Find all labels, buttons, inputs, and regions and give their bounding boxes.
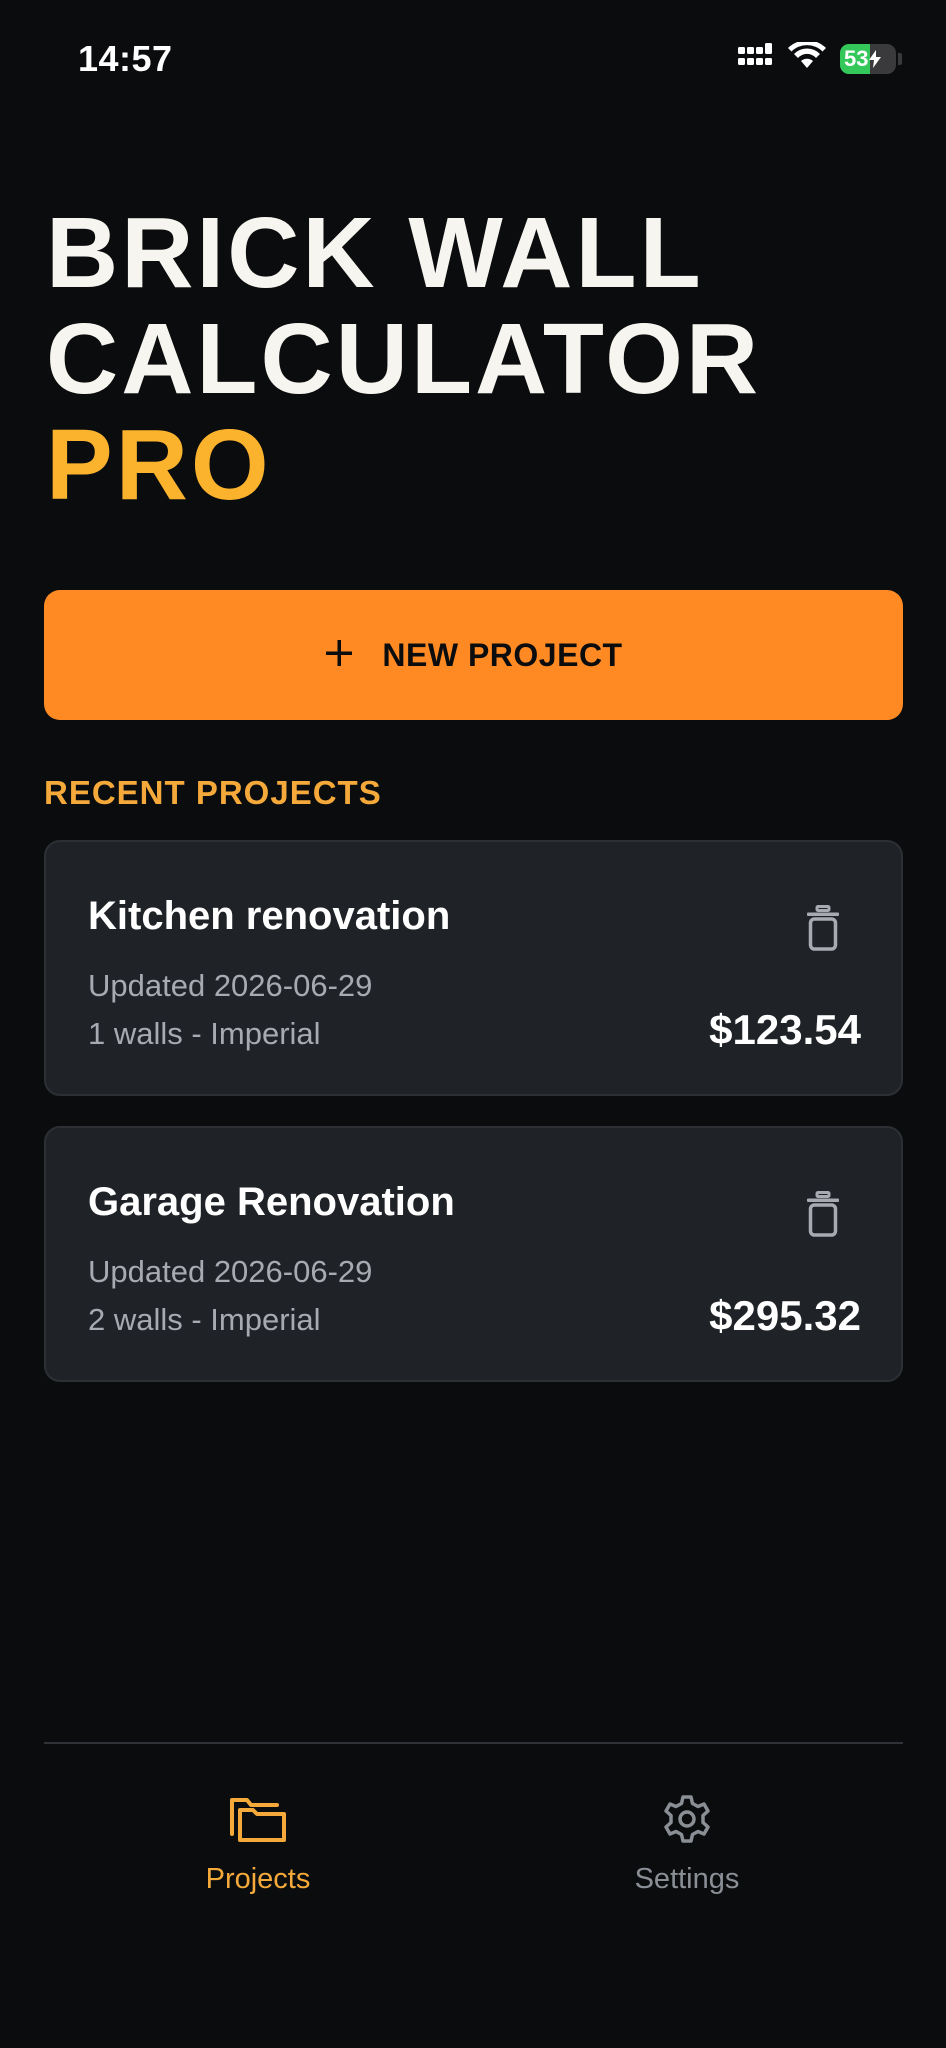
trash-icon	[806, 1190, 840, 1242]
project-wall-count: 1 walls - Imperial	[88, 1016, 321, 1051]
project-wall-count: 2 walls - Imperial	[88, 1302, 321, 1337]
title-line-3: PRO	[46, 409, 272, 521]
status-icons: 53	[738, 40, 902, 75]
project-updated-date: Updated 2026-06-29	[88, 968, 373, 1003]
title-line-2: CALCULATOR	[46, 303, 762, 415]
project-total-cost: $295.32	[709, 1292, 861, 1339]
battery-nub	[898, 52, 902, 65]
battery-level: 53	[844, 45, 869, 71]
project-name: Kitchen renovation	[88, 894, 451, 938]
new-project-label: NEW PROJECT	[382, 636, 623, 673]
home-screen: 14:57 53 BRICK WALL CALCULATOR PRO NEW P…	[0, 0, 946, 2048]
nav-item-projects[interactable]: Projects	[128, 1794, 388, 1924]
delete-project-button[interactable]	[795, 1186, 851, 1246]
delete-project-button[interactable]	[795, 900, 851, 960]
battery-charging-icon: 53	[840, 43, 896, 74]
project-card[interactable]: Garage Renovation Updated 2026-06-29 2 w…	[44, 1126, 903, 1382]
folder-icon	[229, 1794, 287, 1849]
app-title: BRICK WALL CALCULATOR PRO	[46, 200, 906, 518]
signal-icon	[738, 43, 774, 74]
recent-projects-heading: RECENT PROJECTS	[44, 774, 382, 811]
gear-icon	[662, 1794, 712, 1849]
trash-icon	[806, 904, 840, 956]
project-updated-date: Updated 2026-06-29	[88, 1254, 373, 1289]
new-project-button[interactable]: NEW PROJECT	[44, 590, 903, 720]
nav-item-settings[interactable]: Settings	[557, 1794, 817, 1924]
project-name: Garage Renovation	[88, 1180, 455, 1224]
project-card[interactable]: Kitchen renovation Updated 2026-06-29 1 …	[44, 840, 903, 1096]
nav-label-projects: Projects	[205, 1863, 311, 1895]
title-line-1: BRICK WALL	[46, 197, 704, 309]
wifi-icon	[788, 40, 826, 75]
bottom-nav: Projects Settings	[0, 1744, 946, 1944]
project-total-cost: $123.54	[709, 1006, 861, 1053]
plus-icon	[324, 638, 354, 673]
status-time: 14:57	[78, 38, 173, 79]
status-bar: 14:57 53	[0, 0, 946, 120]
nav-label-settings: Settings	[634, 1863, 740, 1895]
